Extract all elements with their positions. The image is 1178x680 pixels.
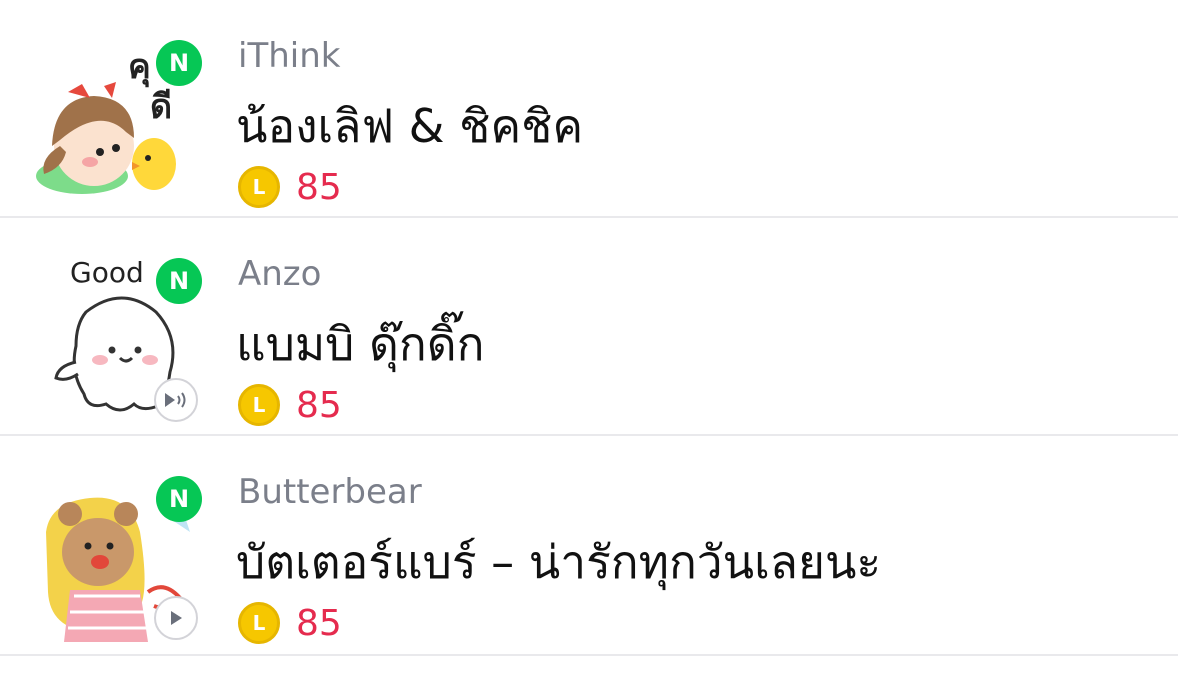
sticker-price: L 85 bbox=[238, 384, 342, 426]
sticker-list-item[interactable]: N Butterbear บัตเตอร์แบร์ – น่ารักทุกวัน… bbox=[0, 436, 1178, 656]
sticker-list-item[interactable]: Good N Anzo แบมบิ ดุ๊กดิ๊ก L 85 bbox=[0, 218, 1178, 436]
line-coin-icon: L bbox=[238, 384, 280, 426]
price-amount: 85 bbox=[296, 166, 342, 208]
svg-text:ดี: ดี bbox=[150, 87, 172, 127]
sticker-title[interactable]: แบมบิ ดุ๊กดิ๊ก bbox=[236, 308, 484, 381]
new-badge: N bbox=[156, 40, 202, 86]
svg-text:คุ: คุ bbox=[128, 47, 151, 88]
sticker-title[interactable]: บัตเตอร์แบร์ – น่ารักทุกวันเลยนะ bbox=[236, 526, 881, 599]
new-badge: N bbox=[156, 476, 202, 522]
sticker-price: L 85 bbox=[238, 602, 342, 644]
sound-icon[interactable] bbox=[154, 378, 198, 422]
price-amount: 85 bbox=[296, 384, 342, 426]
sticker-list-item[interactable]: คุ ดี N iThink น้องเลิฟ & ชิคชิค L 85 bbox=[0, 0, 1178, 218]
sticker-list: คุ ดี N iThink น้องเลิฟ & ชิคชิค L 85 Go… bbox=[0, 0, 1178, 656]
svg-text:Good: Good bbox=[70, 256, 144, 289]
sticker-price: L 85 bbox=[238, 166, 342, 208]
sticker-author: iThink bbox=[238, 36, 341, 76]
play-icon[interactable] bbox=[154, 596, 198, 640]
sticker-author: Butterbear bbox=[238, 472, 422, 512]
sticker-author: Anzo bbox=[238, 254, 322, 294]
sticker-title[interactable]: น้องเลิฟ & ชิคชิค bbox=[236, 90, 583, 163]
line-coin-icon: L bbox=[238, 166, 280, 208]
new-badge: N bbox=[156, 258, 202, 304]
line-coin-icon: L bbox=[238, 602, 280, 644]
price-amount: 85 bbox=[296, 602, 342, 644]
